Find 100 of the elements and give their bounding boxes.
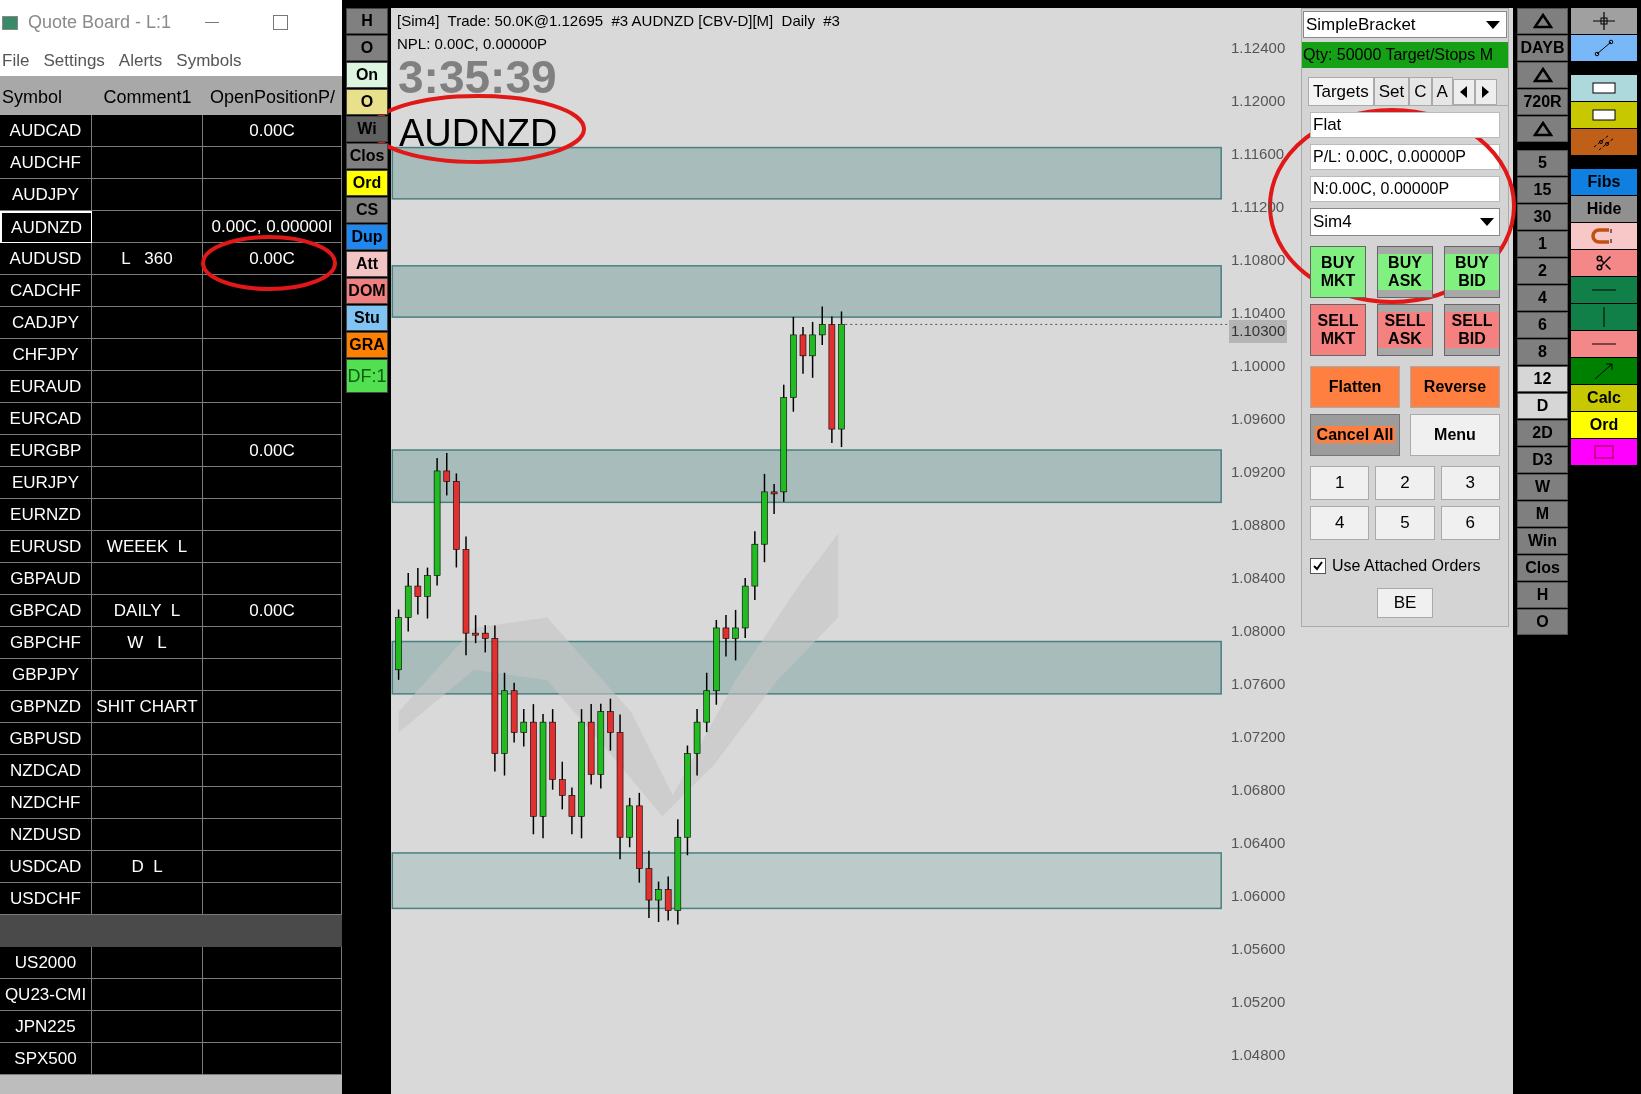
price-axis-label: 1.04800 — [1231, 1045, 1286, 1065]
candlestick — [770, 483, 778, 515]
tool-button[interactable]: Fibs — [1571, 169, 1637, 195]
order-button[interactable]: SELL BID — [1444, 304, 1500, 356]
candlestick — [568, 786, 576, 836]
timeframe-button[interactable]: D — [1517, 393, 1568, 419]
timeframe-button[interactable]: 8 — [1517, 339, 1568, 365]
candlestick — [520, 708, 528, 748]
candlestick — [693, 708, 701, 777]
timeframe-button[interactable]: 2 — [1517, 258, 1568, 284]
minimize-icon[interactable] — [205, 22, 220, 23]
column-header[interactable]: Comment1 — [92, 80, 203, 115]
scroll-right-icon[interactable] — [1474, 79, 1497, 105]
timeframe-button[interactable]: 15 — [1517, 177, 1568, 203]
toolbar-button[interactable]: H — [346, 8, 388, 34]
order-button[interactable]: SELL ASK — [1377, 304, 1433, 356]
order-button[interactable]: BUY MKT — [1310, 246, 1366, 298]
drawing-tool-button[interactable] — [1571, 75, 1637, 101]
menu-item[interactable]: Settings — [43, 47, 105, 74]
net-field: N:0.00C, 0.00000P — [1310, 176, 1500, 202]
tool-button[interactable]: Calc — [1571, 385, 1637, 411]
timeframe-button[interactable]: 4 — [1517, 285, 1568, 311]
column-header[interactable]: Symbol — [0, 80, 92, 115]
panel-tab[interactable]: Targets — [1308, 77, 1374, 105]
flatten-button[interactable]: Flatten — [1310, 366, 1400, 408]
number-button[interactable]: 2 — [1375, 466, 1435, 500]
timeframe-button[interactable]: D3 — [1517, 447, 1568, 473]
timeframe-button[interactable]: DAYB — [1517, 35, 1568, 61]
scissors-icon — [1595, 254, 1613, 272]
timeframe-button[interactable]: 720R — [1517, 89, 1568, 115]
price-axis-label: 1.08800 — [1231, 515, 1286, 535]
menu-item[interactable]: File — [2, 47, 30, 74]
toolbar-button[interactable]: DF:1 — [346, 359, 388, 393]
timeframe-button[interactable]: Clos — [1517, 555, 1568, 581]
timeframe-button[interactable]: 1 — [1517, 231, 1568, 257]
timeframe-button[interactable]: O — [1517, 609, 1568, 635]
panel-tab[interactable]: C — [1409, 77, 1432, 105]
toolbar-button[interactable]: Ord — [346, 170, 388, 196]
order-button[interactable]: BUY BID — [1444, 246, 1500, 298]
checkbox[interactable] — [1310, 558, 1326, 574]
triangle-button[interactable] — [1517, 8, 1568, 34]
timeframe-button[interactable]: 2D — [1517, 420, 1568, 446]
strategy-dropdown[interactable]: SimpleBracket — [1303, 11, 1507, 38]
price-axis-label: 1.07200 — [1231, 727, 1286, 747]
drawing-tool-button[interactable] — [1571, 250, 1637, 276]
checkmark-icon — [1312, 560, 1324, 572]
menu-button[interactable]: Menu — [1410, 414, 1500, 456]
candlestick — [510, 682, 518, 744]
toolbar-button[interactable]: Att — [346, 251, 388, 277]
order-button[interactable]: BUY ASK — [1377, 246, 1433, 298]
reverse-button[interactable]: Reverse — [1410, 366, 1500, 408]
triangle-button[interactable] — [1517, 62, 1568, 88]
timeframe-button[interactable]: H — [1517, 582, 1568, 608]
timeframe-button[interactable]: 30 — [1517, 204, 1568, 230]
candlestick — [751, 530, 759, 601]
timeframe-button[interactable]: 12 — [1517, 366, 1568, 392]
panel-tab[interactable]: A — [1431, 77, 1453, 105]
toolbar-button[interactable]: Clos — [346, 143, 388, 169]
candlestick — [809, 321, 816, 379]
drawing-tool-button[interactable] — [1571, 102, 1637, 128]
toolbar-button[interactable]: GRA — [346, 332, 388, 358]
menu-item[interactable]: Alerts — [118, 47, 163, 74]
number-button[interactable]: 4 — [1310, 506, 1370, 540]
countdown-timer: 3:35:39 — [398, 54, 557, 100]
timeframe-button[interactable]: W — [1517, 474, 1568, 500]
toolbar-button[interactable]: Dup — [346, 224, 388, 250]
account-dropdown[interactable]: Sim4 — [1310, 208, 1500, 236]
number-button[interactable]: 3 — [1440, 466, 1500, 500]
order-button[interactable]: SELL MKT — [1310, 304, 1366, 356]
number-button[interactable]: 6 — [1440, 506, 1500, 540]
cancel-all-button[interactable]: Cancel All — [1310, 414, 1400, 456]
tool-button[interactable]: Ord — [1571, 412, 1637, 438]
menu-item[interactable]: Symbols — [176, 47, 242, 74]
toolbar-button[interactable]: DOM — [346, 278, 388, 304]
timeframe-button[interactable]: M — [1517, 501, 1568, 527]
candlestick — [645, 849, 653, 919]
panel-tab[interactable]: Set — [1373, 77, 1410, 105]
table-cell[interactable]: AUDJPY — [0, 179, 92, 211]
maximize-icon[interactable] — [273, 15, 289, 30]
price-axis-label: 1.09600 — [1231, 409, 1286, 429]
triangle-button[interactable] — [1517, 116, 1568, 142]
be-button[interactable]: BE — [1377, 588, 1433, 618]
toolbar-button[interactable]: Stu — [346, 305, 388, 331]
price-axis-label: 1.12000 — [1231, 91, 1286, 111]
tool-button[interactable]: Hide — [1571, 196, 1637, 222]
timeframe-button[interactable]: 5 — [1517, 150, 1568, 176]
number-button[interactable]: 1 — [1310, 466, 1370, 500]
column-header[interactable]: OpenPositionP/ — [203, 80, 342, 115]
toolbar-button[interactable]: O — [346, 35, 388, 61]
toolbar-button[interactable]: O — [346, 89, 388, 115]
number-button[interactable]: 5 — [1375, 506, 1435, 540]
price-axis-label: 1.07600 — [1231, 674, 1286, 694]
scrollbar[interactable] — [0, 1075, 342, 1094]
toolbar-button[interactable]: CS — [346, 197, 388, 223]
timeframe-button[interactable]: 6 — [1517, 312, 1568, 338]
candlestick — [741, 577, 749, 639]
drawing-tool-button[interactable] — [1571, 8, 1637, 34]
timeframe-button[interactable]: Win — [1517, 528, 1568, 554]
scroll-left-icon[interactable] — [1452, 79, 1475, 105]
toolbar-button[interactable]: On — [346, 62, 388, 88]
